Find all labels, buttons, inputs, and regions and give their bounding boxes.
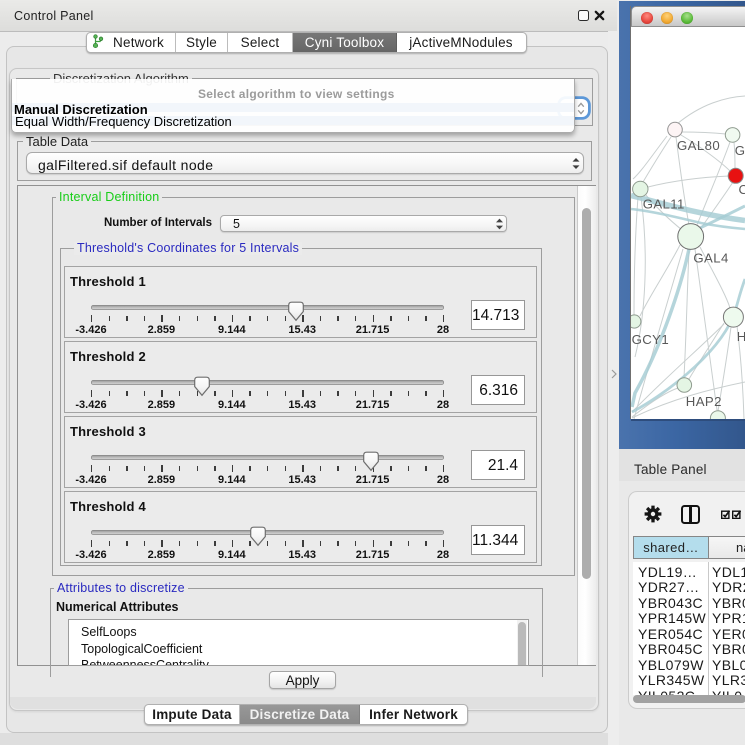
svg-text:GA: GA: [735, 143, 745, 158]
svg-text:GAL4: GAL4: [693, 250, 728, 265]
svg-text:GAL80: GAL80: [677, 138, 720, 153]
svg-text:H: H: [737, 329, 745, 344]
svg-text:GAL11: GAL11: [643, 197, 685, 212]
svg-text:HAP2: HAP2: [686, 394, 722, 409]
svg-text:C: C: [739, 182, 745, 197]
svg-text:GCY1: GCY1: [632, 332, 670, 347]
